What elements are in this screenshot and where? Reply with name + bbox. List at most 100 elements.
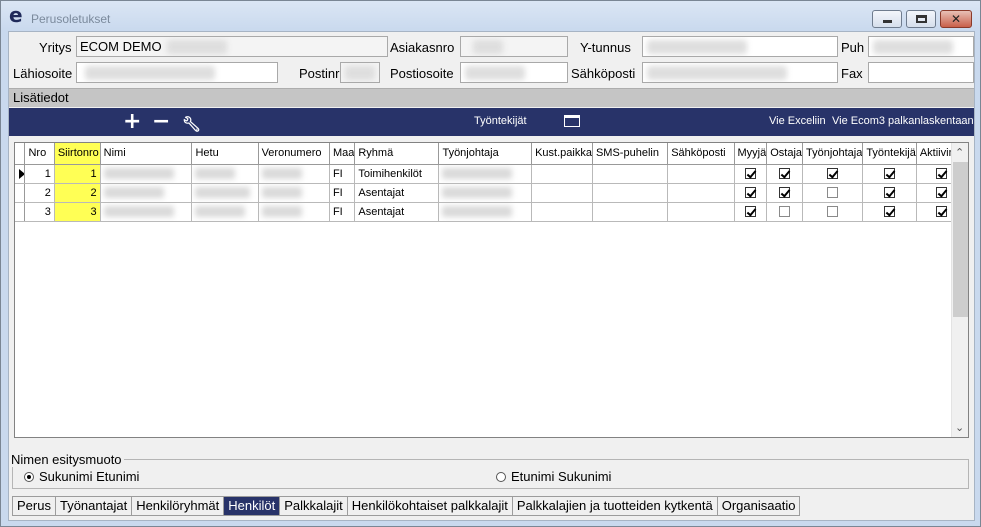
checkbox[interactable] — [744, 168, 756, 180]
row-indicator[interactable] — [15, 183, 26, 203]
cell-nimi[interactable] — [100, 183, 193, 203]
cell-kustpaikka[interactable] — [531, 183, 593, 203]
checkbox-cell[interactable] — [862, 164, 917, 184]
checkbox-cell[interactable] — [766, 183, 804, 203]
cell-veronumero[interactable] — [258, 183, 330, 203]
export-excel-button[interactable]: Vie Exceliin — [769, 115, 826, 127]
cell-tyonjohtaja[interactable] — [438, 164, 533, 184]
column-header[interactable]: Kust.paikka — [531, 143, 593, 165]
cell-nimi[interactable] — [100, 202, 193, 222]
vertical-scrollbar[interactable]: ⌃ ⌄ — [951, 143, 968, 437]
row-indicator[interactable] — [15, 164, 26, 184]
ytunnus-field[interactable] — [642, 36, 838, 57]
checkbox-cell[interactable] — [734, 202, 768, 222]
table-row[interactable]: 2 2 FI Asentajat — [15, 183, 969, 203]
column-header[interactable]: Nimi — [100, 143, 193, 165]
fax-field[interactable] — [868, 62, 974, 83]
cell-kustpaikka[interactable] — [531, 164, 593, 184]
checkbox[interactable] — [936, 187, 948, 199]
checkbox[interactable] — [936, 206, 948, 218]
checkbox[interactable] — [744, 206, 756, 218]
cell-sms[interactable] — [592, 164, 669, 184]
checkbox[interactable] — [779, 168, 791, 180]
column-header[interactable]: Nro — [24, 143, 55, 165]
yritys-field[interactable]: ECOM DEMO — [76, 36, 388, 57]
checkbox[interactable] — [827, 187, 839, 199]
cell-siirtonro[interactable]: 2 — [54, 183, 101, 203]
checkbox[interactable] — [884, 168, 896, 180]
cell-sms[interactable] — [592, 202, 669, 222]
tab-henkilökohtaiset-palkkalajit[interactable]: Henkilökohtaiset palkkalajit — [347, 496, 513, 516]
checkbox-cell[interactable] — [862, 183, 917, 203]
column-header[interactable]: SMS-puhelin — [592, 143, 669, 165]
maximize-button[interactable] — [906, 10, 936, 28]
scroll-down-icon[interactable]: ⌄ — [955, 421, 964, 434]
checkbox-cell[interactable] — [862, 202, 917, 222]
add-icon[interactable]: + — [123, 111, 141, 133]
checkbox-cell[interactable] — [802, 202, 864, 222]
column-header[interactable]: Maa — [329, 143, 356, 165]
checkbox-cell[interactable] — [766, 164, 804, 184]
tab-perus[interactable]: Perus — [12, 496, 56, 516]
cell-tyonjohtaja[interactable] — [438, 183, 533, 203]
checkbox-cell[interactable] — [802, 164, 864, 184]
row-indicator[interactable] — [15, 202, 26, 222]
column-header[interactable]: Hetu — [191, 143, 259, 165]
checkbox-cell[interactable] — [734, 164, 768, 184]
cell-sahkoposti[interactable] — [667, 164, 735, 184]
tab-työnantajat[interactable]: Työnantajat — [55, 496, 133, 516]
checkbox[interactable] — [744, 187, 756, 199]
checkbox[interactable] — [884, 187, 896, 199]
checkbox[interactable] — [779, 187, 791, 199]
minimize-button[interactable] — [872, 10, 902, 28]
asiakasnro-field[interactable] — [460, 36, 568, 57]
sahkoposti-field[interactable] — [642, 62, 838, 83]
column-header[interactable]: Työnjohtaja — [802, 143, 864, 165]
column-header[interactable]: Veronumero — [258, 143, 330, 165]
tab-organisaatio[interactable]: Organisaatio — [717, 496, 801, 516]
checkbox[interactable] — [936, 168, 948, 180]
table-row[interactable]: 1 1 FI Toimihenkilöt — [15, 164, 969, 184]
export-ecom3-button[interactable]: Vie Ecom3 palkanlaskentaan — [832, 115, 974, 127]
column-header[interactable]: Ostaja — [766, 143, 804, 165]
postiosoite-field[interactable] — [460, 62, 568, 83]
cell-siirtonro[interactable]: 3 — [54, 202, 101, 222]
column-header[interactable]: Työnjohtaja — [438, 143, 533, 165]
cell-hetu[interactable] — [191, 183, 259, 203]
tab-henkilöt[interactable]: Henkilöt — [224, 496, 281, 516]
cell-maa[interactable]: FI — [329, 183, 356, 203]
cell-nro[interactable]: 1 — [24, 164, 55, 184]
cell-maa[interactable]: FI — [329, 202, 356, 222]
checkbox[interactable] — [827, 206, 839, 218]
tab-palkkalajien-ja-tuotteiden-kytkentä[interactable]: Palkkalajien ja tuotteiden kytkentä — [512, 496, 718, 516]
remove-icon[interactable]: − — [152, 111, 170, 133]
table-row[interactable]: 3 3 FI Asentajat — [15, 202, 969, 222]
cell-ryhma[interactable]: Toimihenkilöt — [354, 164, 440, 184]
cell-sahkoposti[interactable] — [667, 183, 735, 203]
cell-sms[interactable] — [592, 183, 669, 203]
tab-henkilöryhmät[interactable]: Henkilöryhmät — [132, 496, 225, 516]
employee-grid[interactable]: Nro Siirtonro Nimi Hetu Veronumero Maa R… — [14, 142, 969, 438]
scroll-up-icon[interactable]: ⌃ — [955, 146, 964, 159]
checkbox[interactable] — [884, 206, 896, 218]
checkbox-cell[interactable] — [734, 183, 768, 203]
close-button[interactable]: ✕ — [940, 10, 972, 28]
window-icon[interactable] — [564, 115, 580, 127]
cell-veronumero[interactable] — [258, 202, 330, 222]
scroll-thumb[interactable] — [953, 162, 968, 317]
cell-hetu[interactable] — [191, 202, 259, 222]
lahiosoite-field[interactable] — [76, 62, 278, 83]
wrench-icon[interactable]: 🔧︎ — [182, 114, 201, 134]
column-header[interactable]: Työntekijä — [862, 143, 917, 165]
tab-palkkalajit[interactable]: Palkkalajit — [280, 496, 348, 516]
radio-etunimi-sukunimi[interactable]: Etunimi Sukunimi — [496, 469, 611, 485]
cell-maa[interactable]: FI — [329, 164, 356, 184]
radio-sukunimi-etunimi[interactable]: Sukunimi Etunimi — [24, 469, 139, 485]
checkbox[interactable] — [779, 206, 791, 218]
cell-nro[interactable]: 2 — [24, 183, 55, 203]
cell-nimi[interactable] — [100, 164, 193, 184]
cell-hetu[interactable] — [191, 164, 259, 184]
cell-sahkoposti[interactable] — [667, 202, 735, 222]
column-header[interactable]: Myyjä — [734, 143, 768, 165]
cell-kustpaikka[interactable] — [531, 202, 593, 222]
